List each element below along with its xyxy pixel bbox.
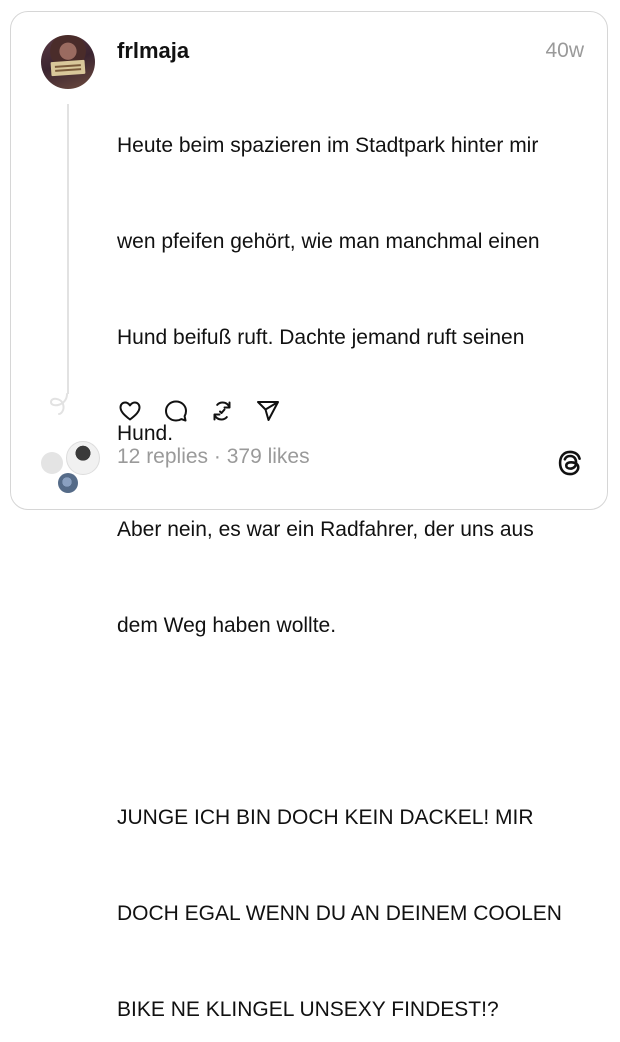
replies-likes-count[interactable]: 12 replies · 379 likes: [117, 445, 310, 469]
thread-loop-icon: [49, 393, 68, 415]
post-line: Aber nein, es war ein Radfahrer, der uns…: [117, 518, 534, 541]
post-line: wen pfeifen gehört, wie man manchmal ein…: [117, 230, 540, 253]
replier-avatar: [41, 452, 63, 474]
author-avatar[interactable]: [41, 35, 95, 89]
reply-button[interactable]: [162, 397, 190, 425]
threads-logo-icon[interactable]: [556, 449, 584, 477]
post-line: dem Weg haben wollte.: [117, 614, 337, 637]
replier-avatar: [66, 441, 100, 475]
post-line: [117, 706, 587, 738]
post-timestamp: 40w: [545, 39, 584, 62]
like-button[interactable]: [116, 397, 144, 425]
post-line: Heute beim spazieren im Stadtpark hinter…: [117, 134, 539, 157]
post-line: DOCH EGAL WENN DU AN DEINEM COOLEN: [117, 902, 562, 925]
post-body: Heute beim spazieren im Stadtpark hinter…: [117, 66, 587, 1042]
replier-avatar: [58, 473, 78, 493]
post-line: BIKE NE KLINGEL UNSEXY FINDEST!?: [117, 998, 499, 1021]
repost-button[interactable]: [208, 397, 236, 425]
share-button[interactable]: [254, 397, 282, 425]
heart-icon: [119, 401, 141, 421]
comment-icon: [165, 400, 187, 422]
send-icon: [257, 401, 279, 421]
author-username[interactable]: frlmaja: [117, 38, 189, 64]
post-line: JUNGE ICH BIN DOCH KEIN DACKEL! MIR: [117, 806, 534, 829]
post-actions: [116, 397, 282, 425]
thread-connector-line: [67, 104, 69, 394]
reply-avatars[interactable]: [38, 436, 100, 496]
repost-icon: [213, 401, 231, 421]
post-line: Hund beifuß ruft. Dachte jemand ruft sei…: [117, 326, 525, 349]
